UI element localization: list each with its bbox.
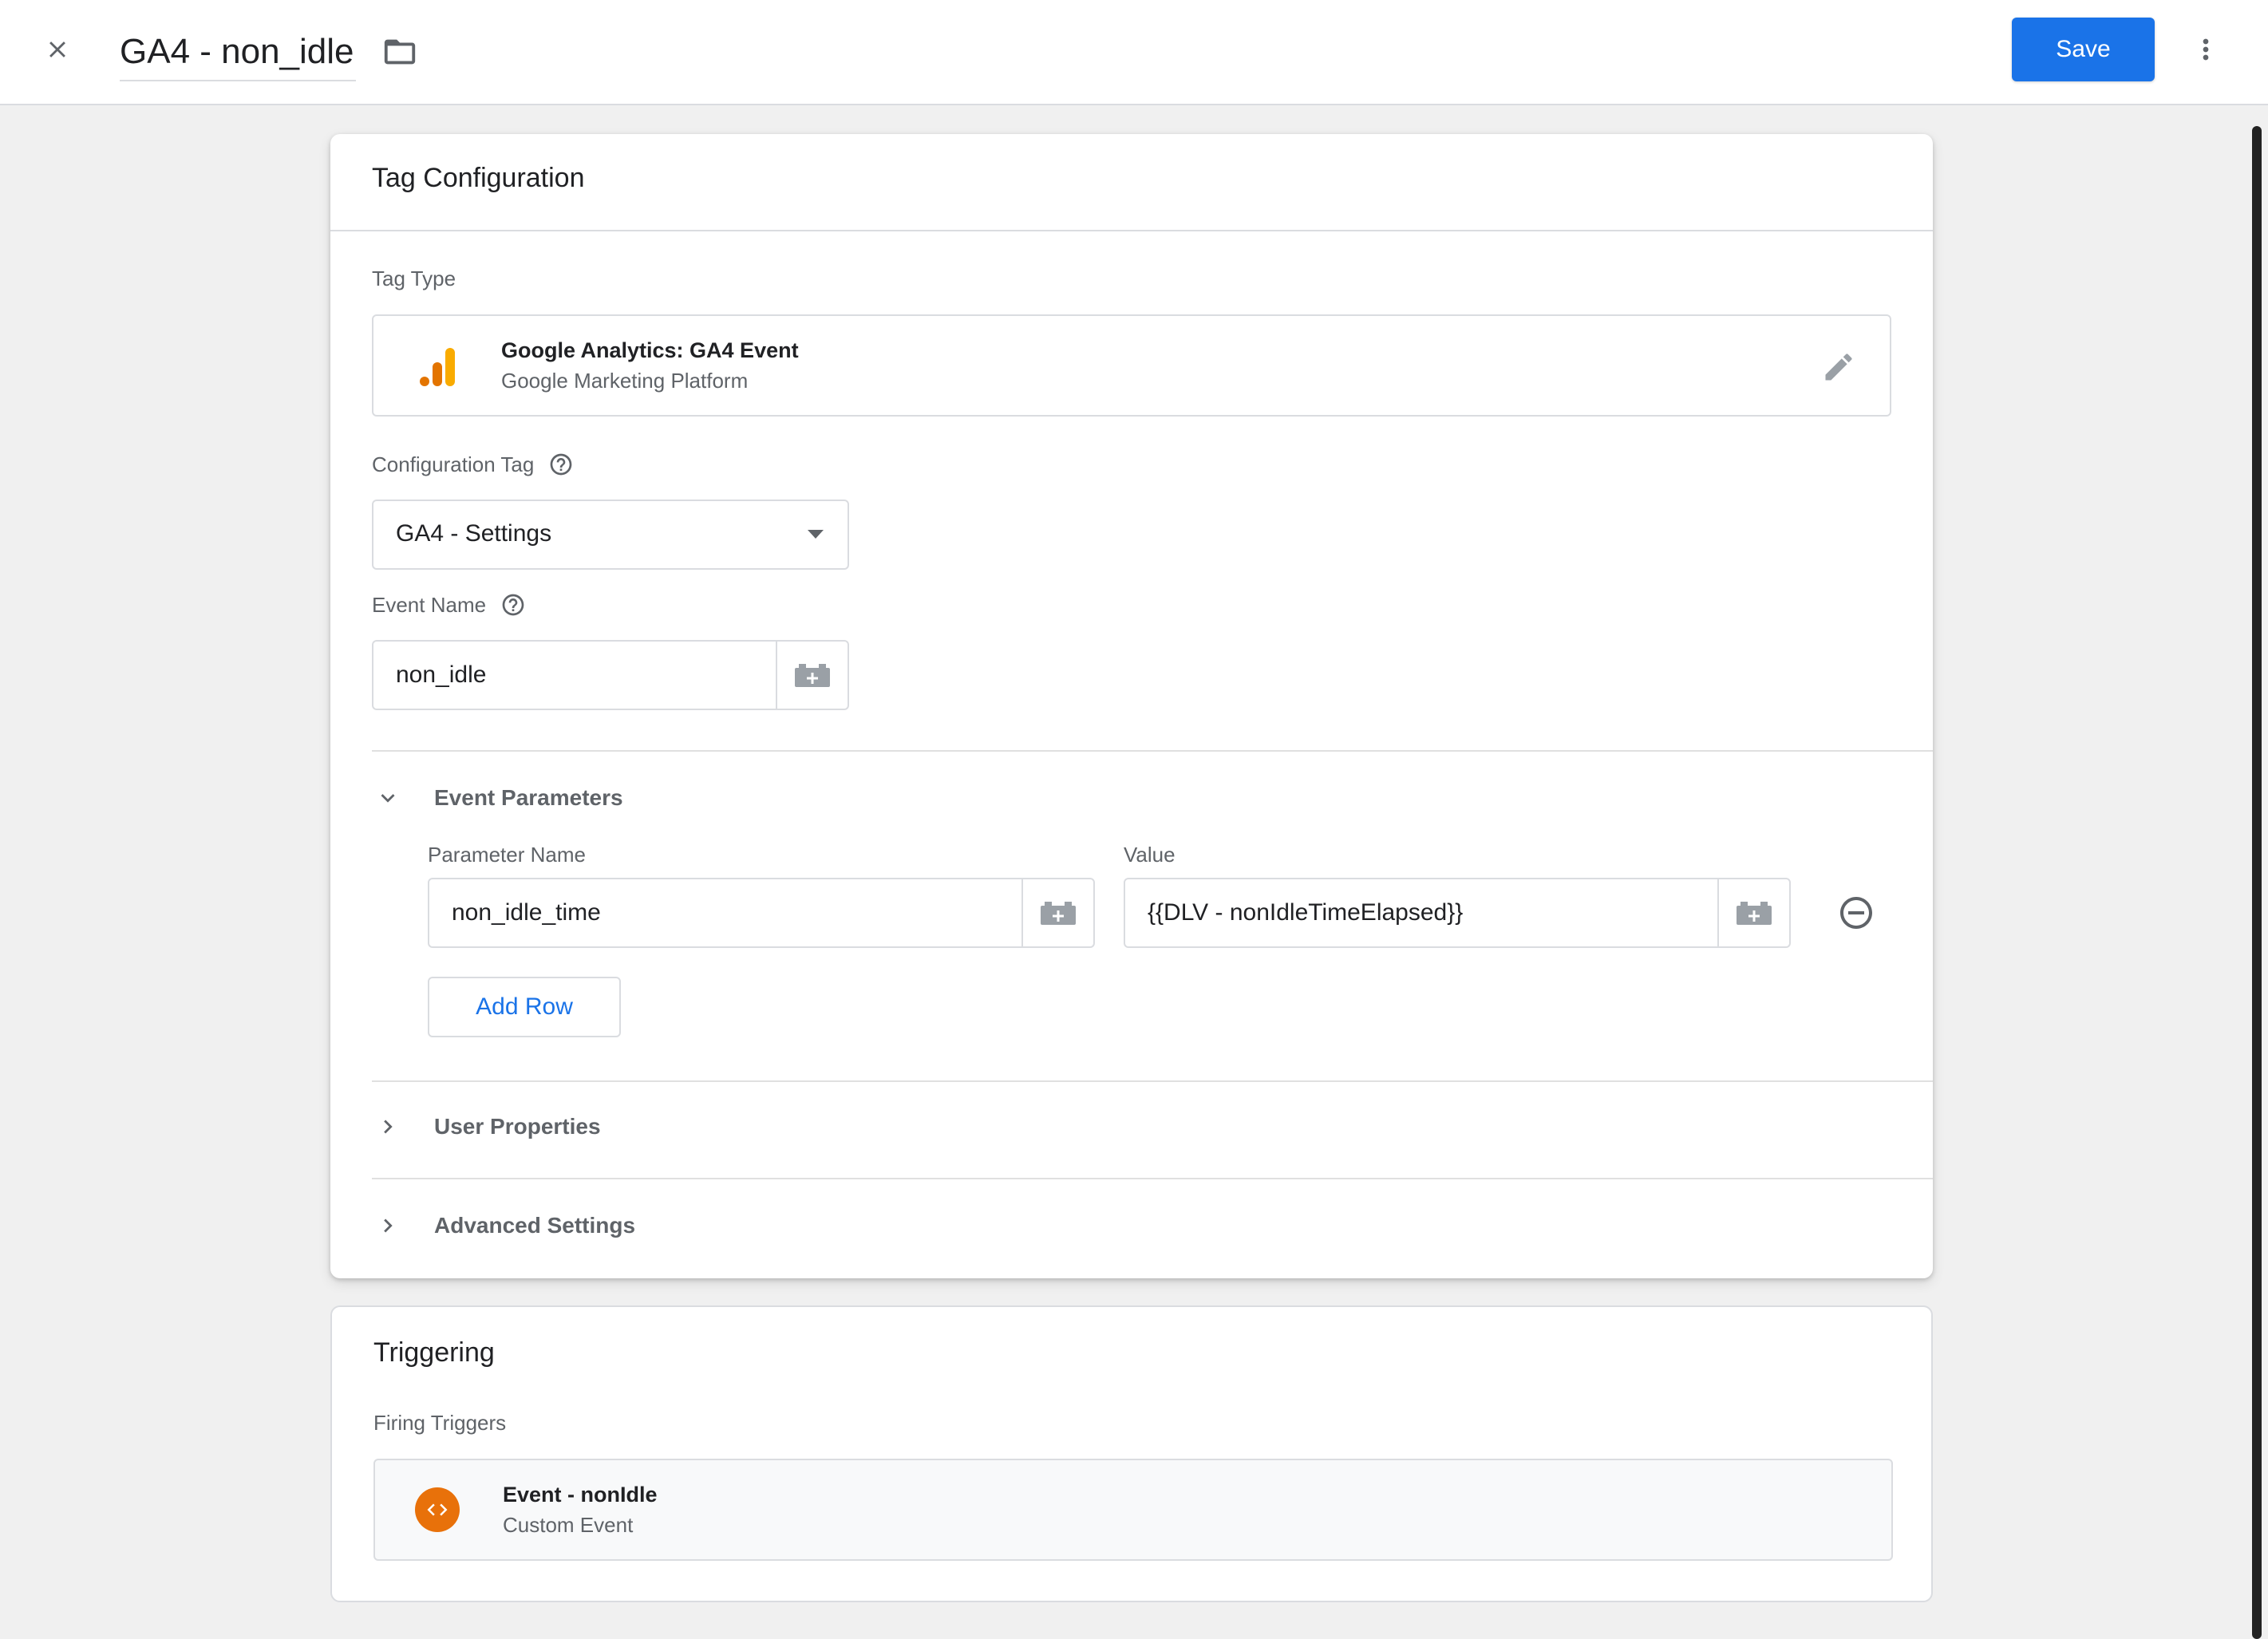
help-icon[interactable] (548, 452, 574, 477)
parameter-value-field (1124, 878, 1791, 948)
divider (372, 1080, 1933, 1082)
chevron-right-icon (372, 1111, 404, 1143)
tag-name[interactable]: GA4 - non_idle (120, 32, 354, 72)
pencil-icon[interactable] (1818, 346, 1859, 388)
trigger-name: Event - nonIdle (503, 1483, 658, 1507)
top-bar: GA4 - non_idle Save (0, 0, 2268, 105)
parameter-name-input[interactable] (429, 879, 1021, 946)
configuration-tag-select[interactable]: GA4 - Settings (372, 500, 849, 570)
chevron-right-icon (372, 1210, 404, 1242)
event-parameters-toggle[interactable]: Event Parameters (372, 782, 623, 814)
parameter-name-label: Parameter Name (428, 843, 586, 867)
variable-picker-icon[interactable] (1717, 879, 1789, 946)
help-icon[interactable] (500, 592, 526, 618)
divider (330, 230, 1933, 231)
triggering-card[interactable]: Triggering Firing Triggers Event - nonId… (330, 1305, 1933, 1602)
advanced-settings-title: Advanced Settings (434, 1213, 636, 1238)
configuration-tag-label: Configuration Tag (372, 452, 574, 477)
scrollbar[interactable] (2252, 126, 2262, 1639)
tag-configuration-card: Tag Configuration Tag Type Google Analyt… (330, 134, 1933, 1278)
event-name-input[interactable] (373, 642, 776, 709)
folder-icon[interactable] (378, 30, 421, 73)
parameter-name-field (428, 878, 1095, 948)
event-name-field (372, 640, 849, 710)
tag-type-selector[interactable]: Google Analytics: GA4 Event Google Marke… (372, 314, 1891, 417)
remove-row-icon[interactable] (1835, 892, 1877, 934)
event-name-label: Event Name (372, 592, 526, 618)
chevron-down-icon (372, 782, 404, 814)
divider (372, 750, 1933, 752)
close-icon[interactable] (35, 27, 80, 72)
firing-trigger-item[interactable]: Event - nonIdle Custom Event (373, 1459, 1893, 1561)
custom-event-icon (415, 1487, 460, 1532)
user-properties-toggle[interactable]: User Properties (372, 1111, 601, 1143)
value-label: Value (1124, 843, 1175, 867)
event-parameters-title: Event Parameters (434, 785, 623, 810)
advanced-settings-toggle[interactable]: Advanced Settings (372, 1210, 635, 1242)
variable-picker-icon[interactable] (776, 642, 848, 709)
card-title: Tag Configuration (372, 163, 585, 193)
tag-type-name: Google Analytics: GA4 Event (501, 338, 799, 362)
tag-type-label: Tag Type (372, 267, 456, 290)
save-button[interactable]: Save (2012, 18, 2155, 81)
card-title: Triggering (373, 1337, 495, 1368)
parameter-value-input[interactable] (1125, 879, 1717, 946)
ga4-analytics-icon (413, 343, 461, 391)
trigger-type: Custom Event (503, 1513, 634, 1537)
user-properties-title: User Properties (434, 1114, 601, 1139)
divider (372, 1178, 1933, 1179)
tag-name-field[interactable]: GA4 - non_idle (120, 24, 356, 81)
add-row-button[interactable]: Add Row (428, 977, 621, 1037)
firing-triggers-label: Firing Triggers (373, 1411, 507, 1435)
configuration-tag-value: GA4 - Settings (396, 520, 552, 547)
variable-picker-icon[interactable] (1021, 879, 1093, 946)
caret-down-icon (808, 530, 824, 539)
more-vert-icon[interactable] (2185, 29, 2227, 70)
tag-type-subtitle: Google Marketing Platform (501, 369, 749, 393)
